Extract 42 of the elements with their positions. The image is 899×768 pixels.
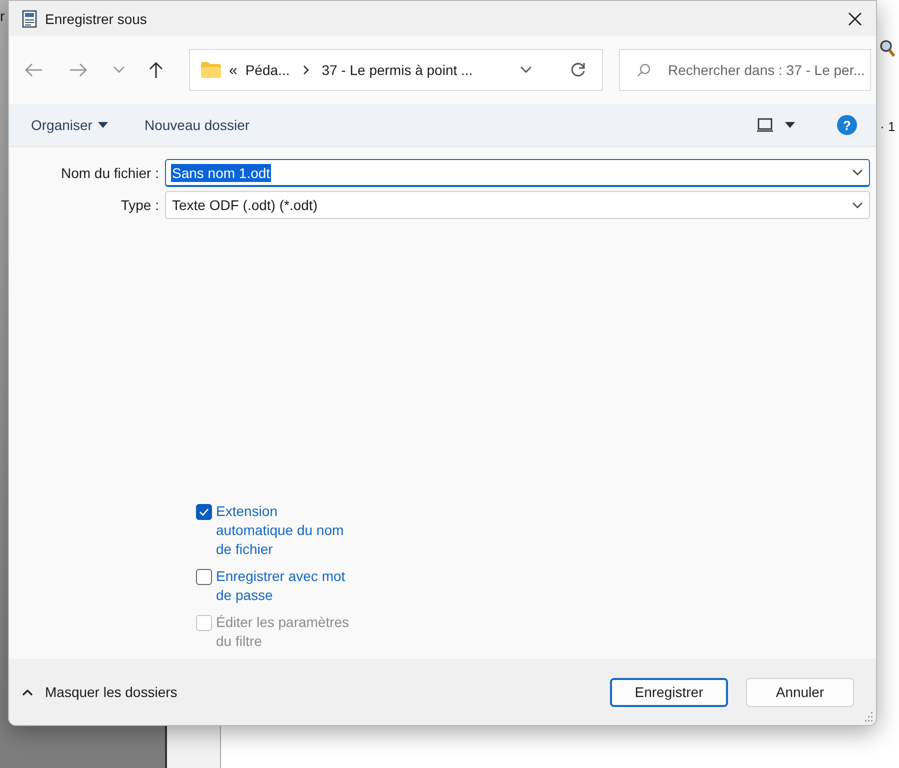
document-icon xyxy=(22,10,39,28)
cancel-button[interactable]: Annuler xyxy=(746,678,854,706)
checkmark-icon xyxy=(199,508,209,516)
search-field[interactable]: Rechercher dans : 37 - Le per... xyxy=(619,49,871,91)
chevron-down-icon[interactable] xyxy=(852,169,863,176)
checkbox-label: Éditer les paramètres du filtre xyxy=(216,613,350,651)
background-text: r xyxy=(0,8,5,24)
view-icon[interactable] xyxy=(757,118,773,132)
dropdown-field[interactable]: Texte ODF (.odt) (*.odt) xyxy=(165,191,870,219)
chevron-down-icon[interactable] xyxy=(520,66,532,74)
hide-folders-toggle[interactable]: Masquer les dossiers xyxy=(22,684,178,700)
folder-icon xyxy=(201,62,221,78)
checkbox[interactable] xyxy=(196,569,212,585)
toolbar-button[interactable]: Nouveau dossier xyxy=(134,113,260,137)
field-label: Type : xyxy=(120,197,159,213)
save-button[interactable]: Enregistrer xyxy=(610,678,728,706)
checkbox[interactable] xyxy=(196,504,212,520)
address-bar[interactable]: « Péda... 37 - Le permis à point ... xyxy=(189,49,603,91)
menu-button[interactable]: Organiser xyxy=(21,113,118,137)
window-title: Enregistrer sous xyxy=(45,10,147,26)
dropdown-field[interactable]: Sans nom 1.odt xyxy=(165,159,870,187)
magnifier-icon xyxy=(880,40,896,58)
close-icon[interactable] xyxy=(848,12,862,26)
resize-grip-icon[interactable] xyxy=(863,712,873,722)
forward-arrow-icon[interactable] xyxy=(69,63,87,77)
back-arrow-icon[interactable] xyxy=(25,63,43,77)
checkbox-label: Extension automatique du nom de fichier xyxy=(216,502,345,559)
breadcrumb[interactable]: Péda... xyxy=(245,62,290,78)
caret-icon xyxy=(98,122,108,128)
chevron-right-icon[interactable] xyxy=(302,65,309,75)
caret-icon[interactable] xyxy=(785,122,795,128)
field-label: Nom du fichier : xyxy=(60,165,159,181)
background-text: · 1 xyxy=(880,119,896,134)
help-button[interactable]: ? xyxy=(837,115,857,135)
up-arrow-icon[interactable] xyxy=(149,61,163,79)
overflow-chevrons[interactable]: « xyxy=(229,62,238,78)
checkbox-label: Enregistrer avec mot de passe xyxy=(216,567,346,605)
chevron-up-icon xyxy=(22,688,33,696)
chevron-down-icon[interactable] xyxy=(852,202,863,208)
search-icon xyxy=(637,63,651,77)
refresh-icon[interactable] xyxy=(570,62,586,78)
breadcrumb[interactable]: 37 - Le permis à point ... xyxy=(322,62,473,78)
